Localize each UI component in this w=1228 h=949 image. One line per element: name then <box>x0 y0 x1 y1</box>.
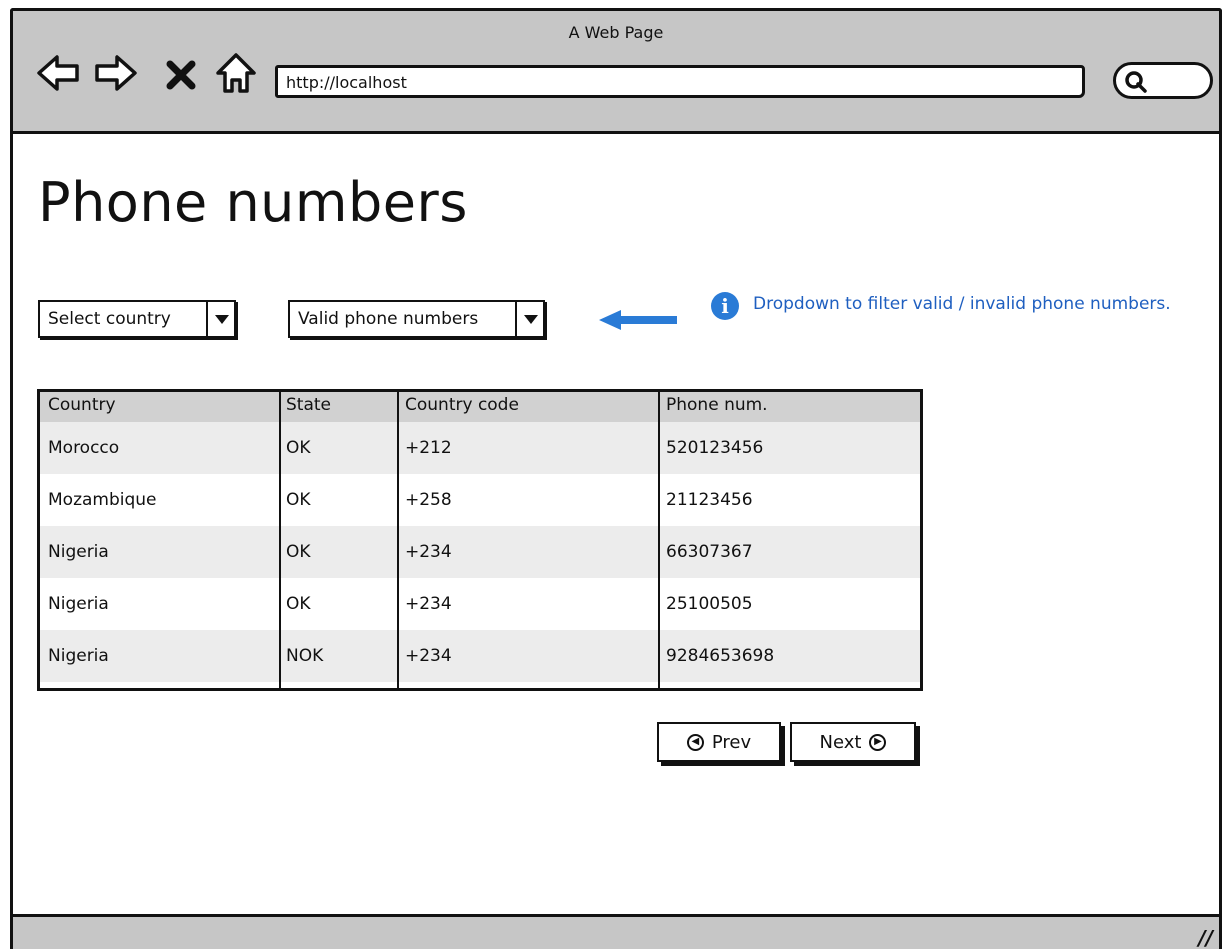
arrow-right-circle-icon: ▶ <box>869 733 887 751</box>
prev-button[interactable]: ◀ Prev <box>657 722 781 762</box>
column-divider <box>658 392 660 688</box>
chevron-down-icon[interactable] <box>515 302 543 336</box>
browser-toolbar: A Web Page http://localhost <box>13 11 1219 134</box>
home-icon[interactable] <box>215 51 257 95</box>
window-title: A Web Page <box>568 23 664 42</box>
arrow-left-circle-icon: ◀ <box>686 733 704 751</box>
cell-country: Mozambique <box>48 490 157 510</box>
cell-country-code: +234 <box>405 542 452 562</box>
country-select[interactable]: Select country <box>38 300 236 338</box>
cell-state: OK <box>286 438 311 458</box>
cell-phone-number: 9284653698 <box>666 646 775 666</box>
cell-phone-number: 66307367 <box>666 542 753 562</box>
column-divider <box>397 392 399 688</box>
cell-country: Nigeria <box>48 594 109 614</box>
cell-phone-number: 21123456 <box>666 490 753 510</box>
cell-country: Morocco <box>48 438 120 458</box>
country-select-value: Select country <box>48 309 171 329</box>
cell-state: OK <box>286 542 311 562</box>
next-button-label: Next <box>819 731 862 753</box>
column-header-country[interactable]: Country <box>48 395 116 415</box>
cell-country-code: +234 <box>405 646 452 666</box>
chevron-down-icon[interactable] <box>206 302 234 336</box>
table-row[interactable]: Nigeria OK +234 66307367 <box>40 526 920 578</box>
table-row[interactable]: Nigeria OK +234 25100505 <box>40 578 920 630</box>
browser-search-box[interactable] <box>1113 62 1213 99</box>
search-icon <box>1125 71 1147 93</box>
cell-state: NOK <box>286 646 324 666</box>
cell-country-code: +234 <box>405 594 452 614</box>
cell-state: OK <box>286 594 311 614</box>
stop-x-icon[interactable] <box>163 57 199 93</box>
cell-country: Nigeria <box>48 542 109 562</box>
cell-state: OK <box>286 490 311 510</box>
cell-phone-number: 520123456 <box>666 438 764 458</box>
pointer-arrow-icon <box>599 310 677 330</box>
cell-phone-number: 25100505 <box>666 594 753 614</box>
validity-select[interactable]: Valid phone numbers <box>288 300 545 338</box>
column-header-country-code[interactable]: Country code <box>405 395 519 415</box>
table-row[interactable]: Nigeria NOK +234 9284653698 <box>40 630 920 682</box>
browser-window: A Web Page http://localhost Phone number… <box>10 8 1222 949</box>
info-icon: i <box>711 292 739 320</box>
forward-arrow-icon[interactable] <box>93 51 137 95</box>
cell-country-code: +212 <box>405 438 452 458</box>
url-input[interactable]: http://localhost <box>275 65 1085 98</box>
annotation-text: Dropdown to filter valid / invalid phone… <box>753 294 1171 314</box>
next-button[interactable]: Next ▶ <box>790 722 916 762</box>
resize-grip-icon[interactable]: // <box>1198 926 1213 949</box>
back-arrow-icon[interactable] <box>37 51 81 95</box>
cell-country: Nigeria <box>48 646 109 666</box>
column-divider <box>279 392 281 688</box>
page-title: Phone numbers <box>38 171 468 234</box>
validity-select-value: Valid phone numbers <box>298 309 479 329</box>
browser-status-bar: // <box>13 914 1219 949</box>
table-row[interactable]: Morocco OK +212 520123456 <box>40 422 920 474</box>
column-header-state[interactable]: State <box>286 395 331 415</box>
column-header-phone-num[interactable]: Phone num. <box>666 395 768 415</box>
table-row[interactable]: Mozambique OK +258 21123456 <box>40 474 920 526</box>
cell-country-code: +258 <box>405 490 452 510</box>
prev-button-label: Prev <box>711 731 752 753</box>
phone-numbers-table: Country State Country code Phone num. Mo… <box>37 389 923 691</box>
table-header: Country State Country code Phone num. <box>40 392 920 422</box>
